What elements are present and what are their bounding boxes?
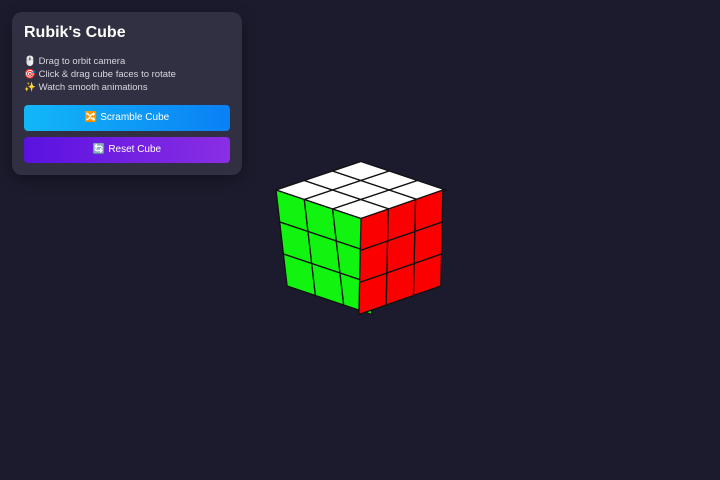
- rubiks-cube[interactable]: [0, 0, 720, 480]
- viewport[interactable]: Rubik's Cube 🖱️ Drag to orbit camera 🎯 C…: [0, 0, 720, 480]
